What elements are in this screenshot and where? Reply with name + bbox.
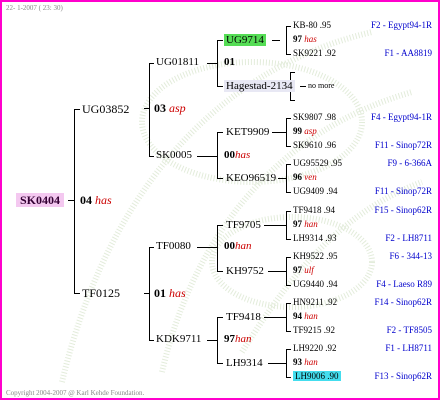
- g4-row-4[interactable]: SK9807 .98: [293, 113, 336, 122]
- gs2-note: 00has: [224, 149, 251, 161]
- race-label-0: F2 - Egypt94-1R: [370, 20, 432, 30]
- gs4-ring[interactable]: KDK9711: [156, 334, 201, 345]
- g4-row-0[interactable]: KB-80 .95: [293, 21, 331, 30]
- g4-row-10[interactable]: TF9418 .94: [293, 206, 335, 215]
- race-label-2: F4 - Egypt94-1R: [370, 112, 432, 122]
- gs2-ring[interactable]: SK0005: [156, 150, 192, 161]
- g4-row-16[interactable]: HN9211 .92: [293, 298, 337, 307]
- gen35-ring-2[interactable]: KET9909: [226, 127, 269, 138]
- g4-row-15[interactable]: UG9440 .94: [293, 280, 338, 289]
- pedigree-frame: 22- 1-2007 ( 23: 30) Copyright 2004-2007…: [0, 0, 440, 400]
- gs3-note: 00han: [224, 240, 252, 252]
- subject-ring[interactable]: SK0404: [16, 193, 65, 207]
- date-header: 22- 1-2007 ( 23: 30): [6, 4, 63, 12]
- race-label-8: F6 - 344-13: [389, 251, 433, 261]
- race-label-13: F13 - Sinop62R: [374, 371, 432, 381]
- dam-note: 01 has: [154, 286, 186, 300]
- gen35-ring-7[interactable]: LH9314: [226, 358, 263, 369]
- race-label-7: F2 - LH8711: [385, 233, 432, 243]
- g4-row-20: 93 han: [293, 357, 318, 367]
- g4-row-12[interactable]: LH9314 .93: [293, 234, 337, 243]
- race-label-12: F1 - LH8711: [385, 343, 432, 353]
- g4-row-7[interactable]: UG95529 .95: [293, 159, 342, 168]
- race-label-1: F1 - AA8819: [384, 48, 432, 58]
- g4-row-14: 97 ulf: [293, 265, 314, 275]
- race-label-3: F11 - Sinop72R: [374, 140, 432, 150]
- race-label-11: F2 - TF8505: [386, 325, 432, 335]
- g4-row-21[interactable]: LH9006 .90: [293, 371, 341, 381]
- subject-pigeon[interactable]: SK0404: [16, 193, 65, 207]
- sire-note: 03 asp: [154, 101, 186, 115]
- race-label-5: F11 - Sinop72R: [374, 186, 432, 196]
- g4-row-13[interactable]: KH9522 .95: [293, 252, 338, 261]
- sire-ring[interactable]: UG03852: [82, 103, 129, 115]
- gen35-ring-1[interactable]: Hagestad-2134: [224, 80, 295, 92]
- g4-row-5: 99 asp: [293, 126, 317, 136]
- gen35-ring-6[interactable]: TF9418: [226, 312, 261, 323]
- g4-row-17: 94 han: [293, 311, 318, 321]
- race-label-4: F9 - 6-366A: [387, 158, 433, 168]
- g4-row-2[interactable]: SK9221 .92: [293, 49, 336, 58]
- gen35-ring-0[interactable]: UG9714: [224, 34, 266, 46]
- g4-row-8: 96 ven: [293, 172, 317, 182]
- gs3-ring[interactable]: TF0080: [156, 241, 191, 252]
- gs4-note: 97han: [224, 333, 252, 345]
- g4-row-11: 97 han: [293, 219, 318, 229]
- gen35-ring-4[interactable]: TF9705: [226, 220, 261, 231]
- copyright-footer: Copyright 2004-2007 @ Karl Kehde Foundat…: [6, 389, 145, 397]
- dam-ring[interactable]: TF0125: [82, 287, 120, 299]
- g4-row-19[interactable]: LH9220 .92: [293, 344, 337, 353]
- g4-row-18[interactable]: TF9215 .92: [293, 326, 335, 335]
- g4-row-9[interactable]: UG9409 .94: [293, 187, 338, 196]
- g4-row-1: 97 has: [293, 34, 317, 44]
- gs1-note: 01: [224, 56, 235, 68]
- no-more-note: no more: [308, 81, 335, 90]
- g4-row-6[interactable]: SK9610 .96: [293, 141, 336, 150]
- subject-note: 04 has: [80, 193, 112, 207]
- gen35-ring-5[interactable]: KH9752: [226, 266, 264, 277]
- race-label-6: F15 - Sinop62R: [374, 205, 432, 215]
- gs1-ring[interactable]: UG01811: [156, 57, 199, 68]
- race-label-9: F4 - Laeso R89: [376, 279, 432, 289]
- gen35-ring-3[interactable]: KEO96519: [226, 173, 276, 184]
- race-label-10: F14 - Sinop62R: [374, 297, 432, 307]
